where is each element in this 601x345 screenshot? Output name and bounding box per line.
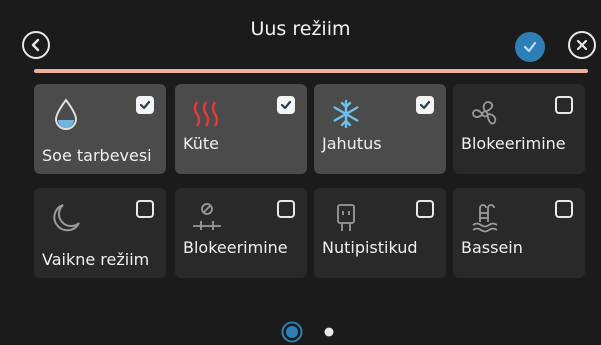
page-title: Uus režiim xyxy=(250,18,351,40)
smart-plug-icon xyxy=(337,204,355,231)
tile-label: Küte xyxy=(183,134,219,153)
water-drop-icon xyxy=(54,98,78,130)
pool-icon xyxy=(472,204,498,233)
back-button[interactable] xyxy=(22,31,50,59)
tile-label: Soe tarbevesi xyxy=(42,146,152,165)
tile-label: Blokeerimine xyxy=(183,238,288,257)
close-icon xyxy=(576,39,588,51)
blocked-heater-icon xyxy=(193,203,221,230)
checkbox[interactable] xyxy=(136,96,154,114)
checkbox[interactable] xyxy=(555,96,573,114)
tile-label: Vaikne režiim xyxy=(42,250,150,269)
moon-icon xyxy=(53,204,80,232)
tile-pool[interactable]: Bassein xyxy=(453,188,585,278)
tile-label: Blokeerimine xyxy=(461,134,566,153)
tile-label: Jahutus xyxy=(322,134,382,153)
tile-label: Nutipistikud xyxy=(322,238,418,257)
tile-heating[interactable]: Küte xyxy=(175,84,307,174)
tile-quiet-mode[interactable]: Vaikne režiim xyxy=(34,188,166,278)
check-icon xyxy=(139,100,151,110)
tile-label: Bassein xyxy=(461,238,523,257)
tile-smart-plugs[interactable]: Nutipistikud xyxy=(314,188,446,278)
tile-blocking-heater[interactable]: Blokeerimine xyxy=(175,188,307,278)
tile-blocking-fan[interactable]: Blokeerimine xyxy=(453,84,585,174)
check-icon xyxy=(280,100,292,110)
heat-waves-icon xyxy=(193,101,219,127)
page-indicator xyxy=(281,321,334,343)
checkbox[interactable] xyxy=(277,96,295,114)
header-divider xyxy=(34,69,588,73)
fan-icon xyxy=(472,101,497,125)
close-button[interactable] xyxy=(568,31,596,59)
checkbox[interactable] xyxy=(416,200,434,218)
checkbox[interactable] xyxy=(416,96,434,114)
checkbox[interactable] xyxy=(277,200,295,218)
tile-hot-water[interactable]: Soe tarbevesi xyxy=(34,84,166,174)
page-dot-active-fill xyxy=(286,326,298,338)
check-icon xyxy=(523,41,537,53)
check-icon xyxy=(419,100,431,110)
snowflake-icon xyxy=(333,99,359,129)
back-arrow-icon xyxy=(31,38,40,52)
checkbox[interactable] xyxy=(136,200,154,218)
page-dot[interactable] xyxy=(324,327,334,337)
tile-cooling[interactable]: Jahutus xyxy=(314,84,446,174)
confirm-button[interactable] xyxy=(515,32,545,62)
checkbox[interactable] xyxy=(555,200,573,218)
